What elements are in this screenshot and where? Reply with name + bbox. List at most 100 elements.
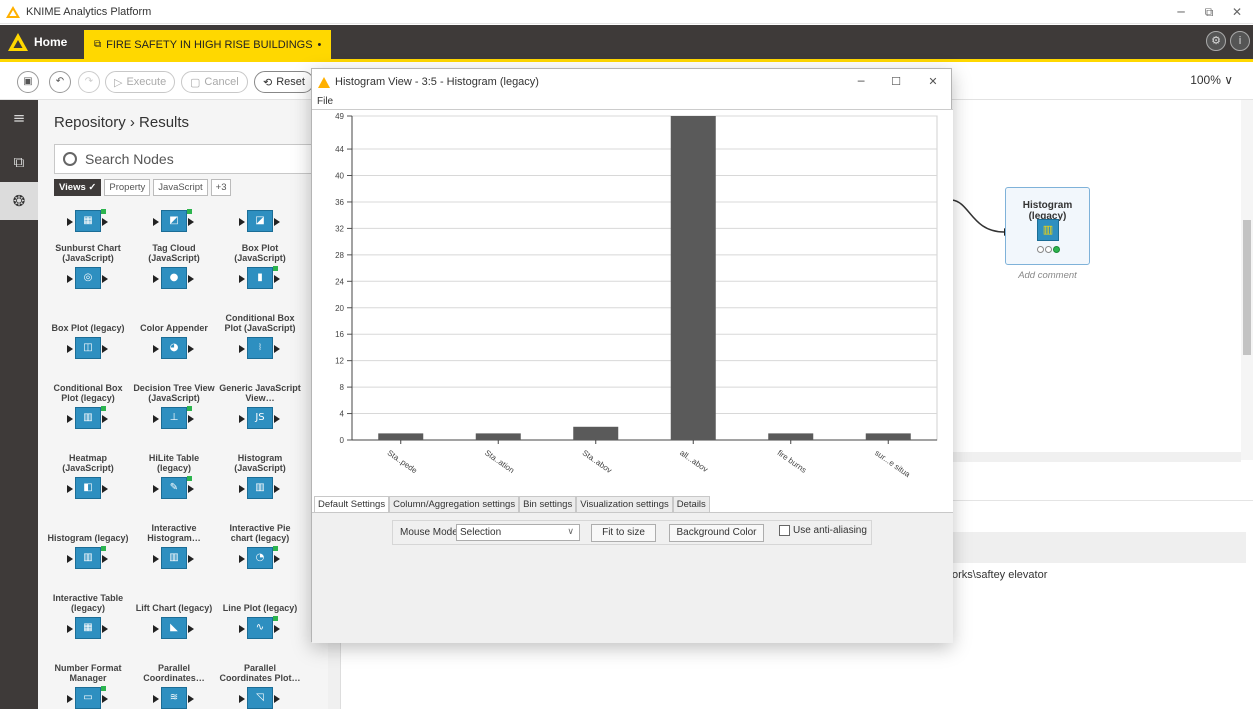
canvas-vscroll-thumb[interactable] [1243,220,1251,355]
histogram-bar [378,433,424,440]
repo-node[interactable]: Heatmap (JavaScript) ◧ [46,451,130,499]
repo-node[interactable]: Line Plot (legacy) ∿ [218,591,302,639]
mouse-mode-select[interactable]: Selection ∨ [456,524,580,541]
repo-node[interactable]: ◪ [218,206,302,232]
repo-node-name: Conditional Box Plot (legacy) [53,383,123,403]
search-input[interactable]: Search Nodes [54,144,324,174]
node-glyph: ▥ [83,552,93,563]
node-glyph: ◔ [255,552,265,563]
y-tick-label: 4 [340,410,345,419]
repo-node[interactable]: Tag Cloud (JavaScript) ● [132,241,216,289]
side-rail: ≡ ⧉ ❂ [0,100,38,709]
settings-icon[interactable]: ⚙ [1206,31,1226,51]
canvas-hscrollbar[interactable] [952,452,1241,462]
node-repository-panel: Repository › Results Search Nodes Views … [38,100,341,709]
minimize-button[interactable]: ─ [1170,3,1192,21]
x-tick-label: sur...e situa [873,448,912,479]
repo-node[interactable]: Number Format Manager ▭ [46,661,130,709]
dialog-maximize-button[interactable]: ☐ [885,73,907,91]
fit-to-size-button[interactable]: Fit to size [591,524,656,542]
histogram-chart[interactable]: 0 4 8 12 16 20 24 28 32 36 40 44 49 Sta..pede Sta..ati… [312,109,953,555]
node-glyph: ▥ [83,412,93,423]
tab-details[interactable]: Details [672,496,710,512]
histogram-bar [475,433,521,440]
repo-node[interactable]: ▦ [46,206,130,232]
dialog-close-button[interactable]: ✕ [922,73,944,91]
tab-column-aggregation[interactable]: Column/Aggregation settings [389,496,520,512]
menu-file[interactable]: File [312,95,951,109]
repo-node-icon: ◎ [67,267,108,289]
repo-node[interactable]: Box Plot (legacy) ◫ [46,311,130,359]
repo-node-name: Interactive Pie chart (legacy) [229,523,291,543]
zoom-level[interactable]: 100% ∨ [1190,73,1233,87]
redo-icon[interactable]: ↷ [78,71,100,93]
node-glyph: ▥ [169,552,179,563]
undo-icon[interactable]: ↶ [49,71,71,93]
repo-node-icon: ▭ [67,686,108,709]
breadcrumb[interactable]: Repository › Results [54,114,189,131]
add-comment[interactable]: Add comment [1005,270,1090,281]
tag-javascript[interactable]: JavaScript [153,179,208,196]
execute-button[interactable]: ▷ Execute [105,71,176,93]
mouse-mode-label: Mouse Mode [400,527,458,538]
home-tab[interactable]: Home [8,30,67,54]
repo-node[interactable]: Conditional Box Plot (legacy) ▥ [46,381,130,429]
background-color-button[interactable]: Background Color [669,524,764,542]
repo-node[interactable]: Decision Tree View (JavaScript) ⊥ [132,381,216,429]
histogram-node[interactable]: Histogram (legacy) ▥ [1005,187,1090,265]
repo-node[interactable]: Box Plot (JavaScript) ▮ [218,241,302,289]
info-icon[interactable]: i [1230,31,1250,51]
x-tick-label: Sta..pede [386,448,420,475]
close-button[interactable]: ✕ [1226,3,1248,21]
cancel-button[interactable]: ▢ Cancel [181,71,248,93]
window-title: KNIME Analytics Platform [26,5,152,18]
y-tick-label: 28 [335,251,344,260]
repo-node-icon: ▥ [239,477,280,499]
tab-visualization-settings[interactable]: Visualization settings [576,496,673,512]
repo-node[interactable]: Parallel Coordinates Plot… ◹ [218,661,302,709]
chevron-down-icon: ∨ [567,527,574,537]
repo-node[interactable]: Interactive Pie chart (legacy) ◔ [218,521,302,569]
repo-node[interactable]: Interactive Table (legacy) ▦ [46,591,130,639]
maximize-button[interactable]: ⧉ [1198,3,1220,21]
repo-node-icon: ◔ [239,546,280,569]
repo-node[interactable]: Conditional Box Plot (JavaScript) ⧘ [218,311,302,359]
save-icon[interactable]: ▣ [17,71,39,93]
tag-views[interactable]: Views ✓ [54,179,102,196]
repo-node-icon: ▦ [67,209,108,232]
tab-default-settings[interactable]: Default Settings [314,496,390,512]
repo-node[interactable]: Histogram (legacy) ▥ [46,521,130,569]
tag-property[interactable]: Property [104,179,151,196]
node-glyph: ● [169,272,179,283]
y-tick-label: 32 [335,224,344,233]
tag-more[interactable]: +3 [210,179,232,196]
execute-label: Execute [126,76,167,88]
reset-label: Reset [276,76,305,88]
anti-aliasing-checkbox[interactable]: Use anti-aliasing [779,525,867,536]
repo-node-name: Interactive Histogram… [147,523,201,543]
repo-node[interactable]: Color Appender ◕ [132,311,216,359]
repo-node[interactable]: HiLite Table (legacy) ✎ [132,451,216,499]
repo-node[interactable]: Lift Chart (legacy) ◣ [132,591,216,639]
workflow-tab[interactable]: ⧉ FIRE SAFETY IN HIGH RISE BUILDINGS • [84,30,332,59]
repo-node-name: Line Plot (legacy) [222,603,298,613]
node-repository-icon[interactable]: ❂ [0,182,38,220]
repo-node[interactable]: Parallel Coordinates… ≋ [132,661,216,709]
histogram-bar [573,426,619,440]
description-icon[interactable]: ≡ [9,108,29,128]
control-group: Mouse Mode Selection ∨ Fit to size Backg… [392,520,872,545]
tag-filter: Views ✓ Property JavaScript +3 [54,179,232,196]
repo-node[interactable]: Sunburst Chart (JavaScript) ◎ [46,241,130,289]
reset-button[interactable]: ⟲ Reset [254,71,314,93]
repo-node[interactable]: Generic JavaScript View… JS [218,381,302,429]
repo-node[interactable]: Interactive Histogram… ▥ [132,521,216,569]
repo-node-name: Sunburst Chart (JavaScript) [55,243,121,263]
repo-node[interactable]: ◩ [132,206,216,232]
repo-node[interactable]: Histogram (JavaScript) ▥ [218,451,302,499]
y-tick-label: 40 [335,172,344,181]
execute-icon: ▷ [114,76,123,89]
spaces-icon[interactable]: ⧉ [9,152,29,172]
node-glyph: JS [255,412,265,423]
dialog-minimize-button[interactable]: ─ [850,73,872,91]
tab-bin-settings[interactable]: Bin settings [519,496,577,512]
